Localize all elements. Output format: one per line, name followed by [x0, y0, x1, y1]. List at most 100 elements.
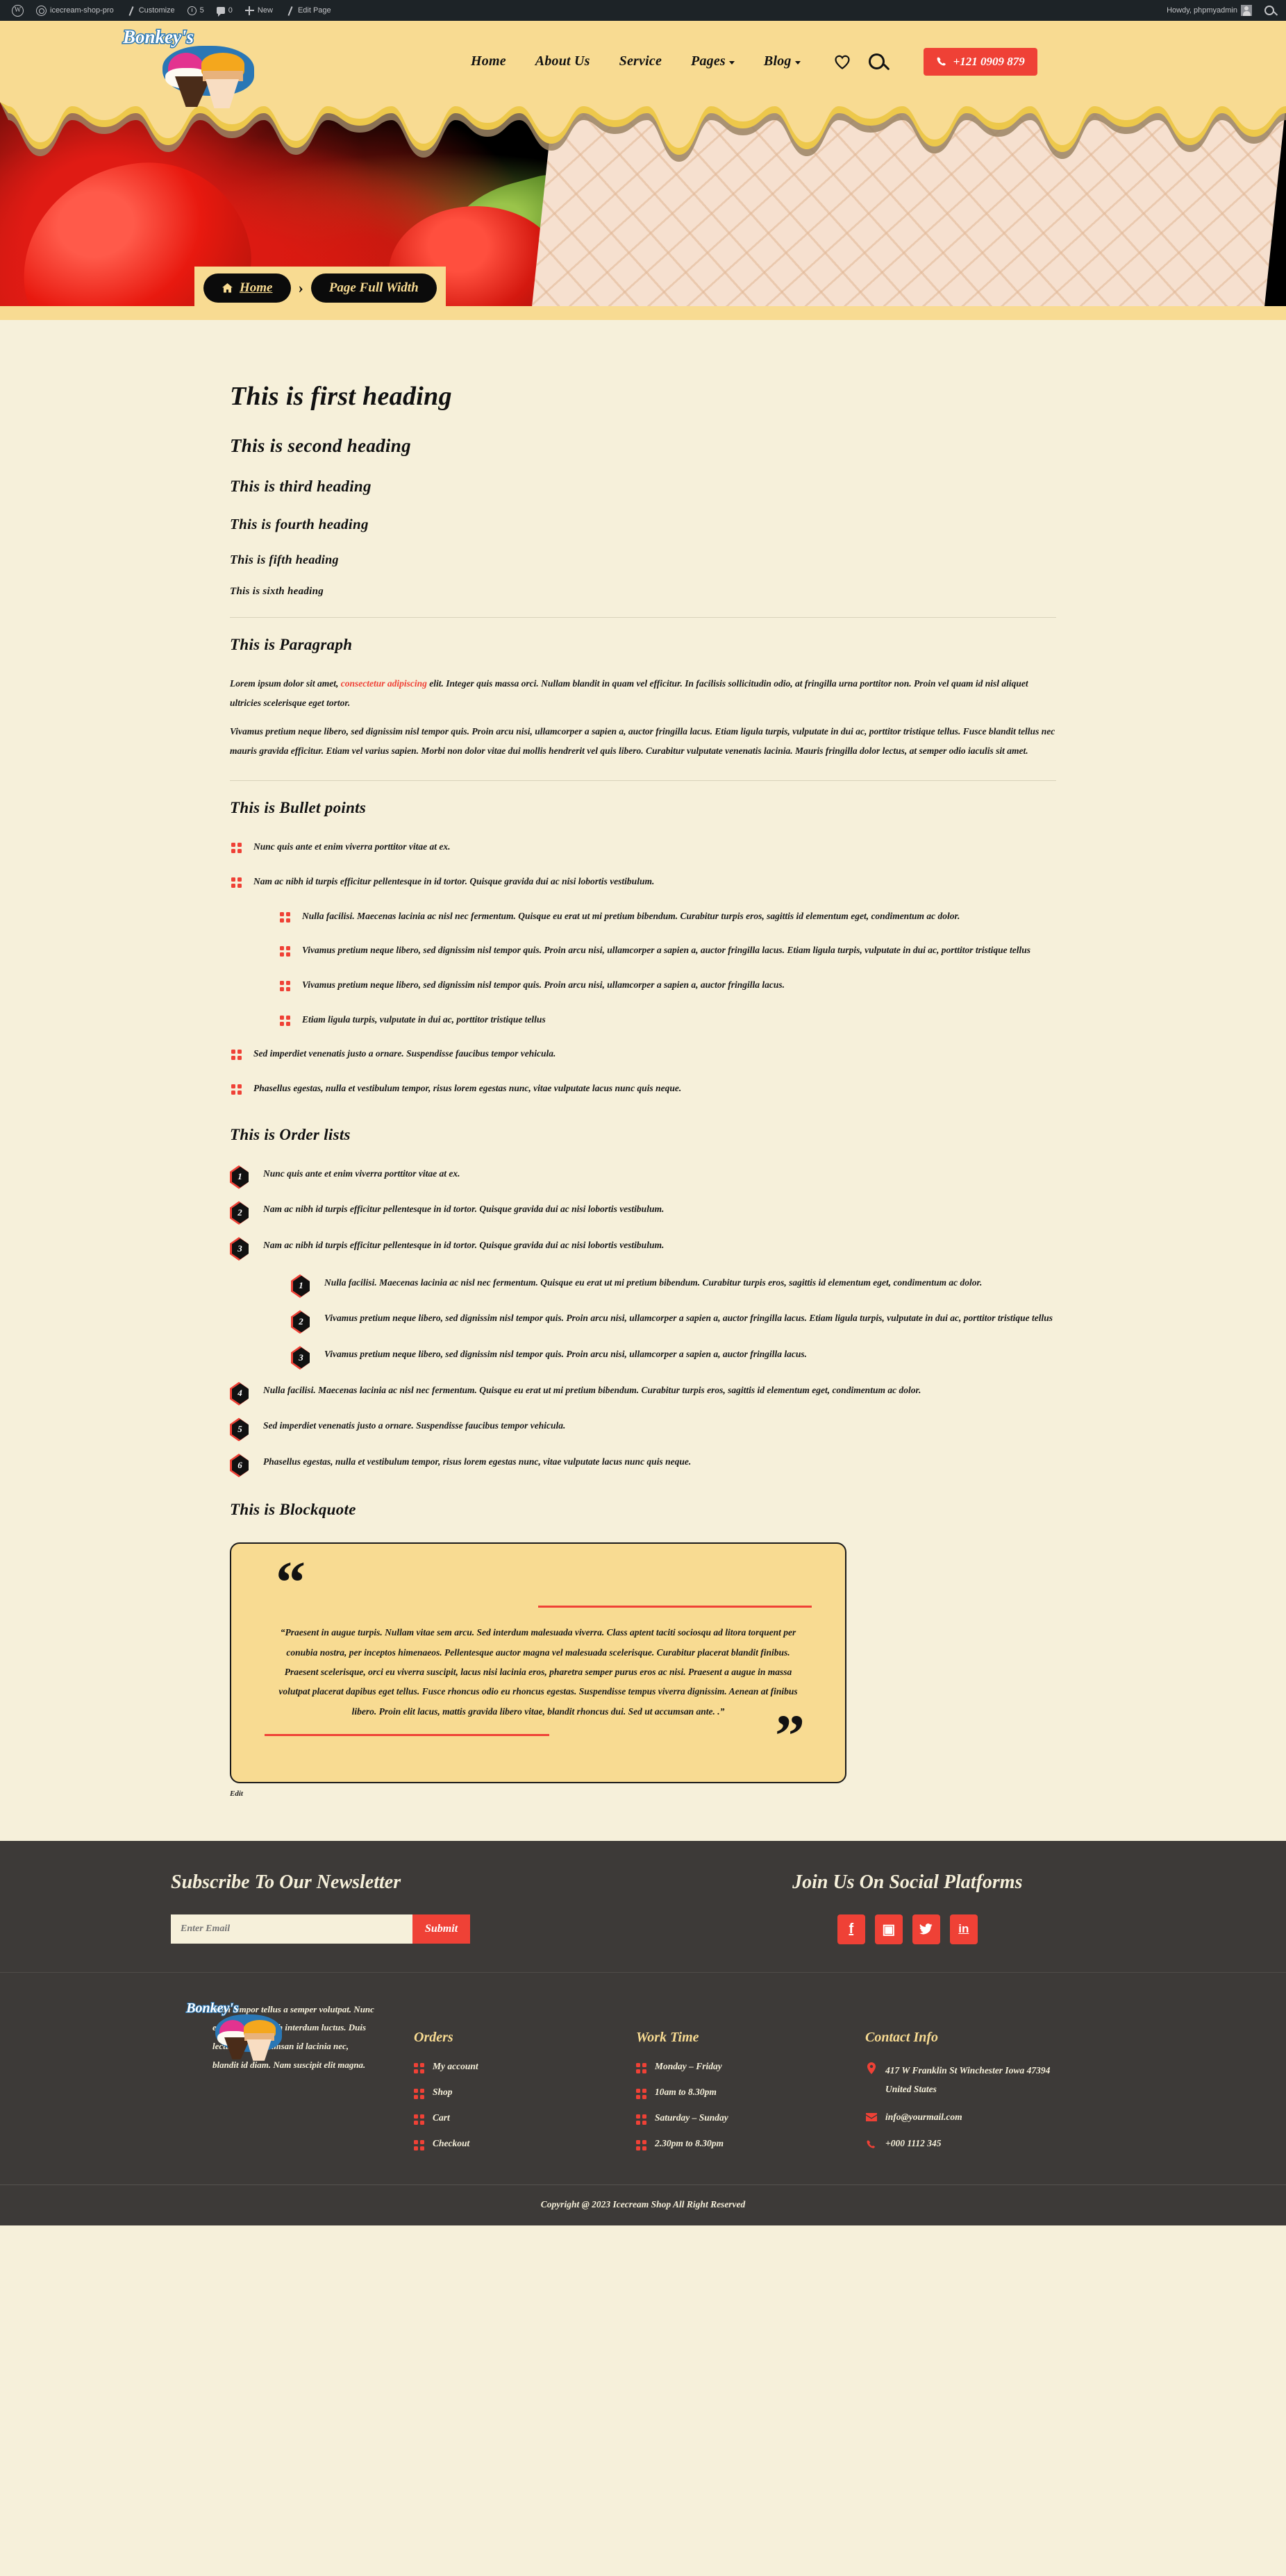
footer-orders-list: My account Shop Cart Checkout [414, 2061, 636, 2150]
wp-logo-button[interactable] [6, 0, 30, 21]
numbered-diamond-icon: 5 [230, 1417, 249, 1442]
list-item[interactable]: Shop [414, 2087, 636, 2099]
logo-wordmark: Bonkey's [122, 26, 194, 49]
site-name-button[interactable]: icecream-shop-pro [30, 0, 120, 21]
heading-1: This is first heading [230, 382, 452, 411]
inline-link[interactable]: consectetur adipiscing [341, 678, 427, 689]
list-item-text: Nunc quis ante et enim viverra porttitor… [263, 1168, 460, 1179]
list-item[interactable]: info@yourmail.com [865, 2112, 1129, 2125]
phone-button[interactable]: +121 0909 879 [923, 47, 1037, 76]
heading-5: This is fifth heading [230, 553, 339, 566]
square-bullet-icon [414, 2139, 424, 2150]
numbered-diamond-icon: 1 [291, 1274, 310, 1298]
numbered-diamond-icon: 6 [230, 1454, 249, 1478]
list-item: Nam ac nibh id turpis efficitur pellente… [230, 872, 1056, 1029]
pencil-icon [126, 6, 135, 15]
heading-2: This is second heading [230, 435, 411, 456]
blockquote-wrapper: “ “Praesent in augue turpis. Nullam vita… [230, 1542, 846, 1799]
square-bullet-icon [280, 946, 290, 957]
nav-item-blog[interactable]: Blog [764, 53, 801, 69]
nav-item-service[interactable]: Service [619, 53, 662, 69]
comments-button[interactable]: 0 [210, 0, 239, 21]
submit-button[interactable]: Submit [412, 1914, 471, 1944]
list-item-text: Vivamus pretium neque libero, sed dignis… [324, 1349, 807, 1360]
search-icon [1264, 6, 1274, 15]
new-content-button[interactable]: New [239, 0, 279, 21]
phone-label: +121 0909 879 [953, 54, 1025, 68]
header-icon-group: +121 0909 879 [834, 47, 1037, 76]
nav-label: About Us [535, 53, 590, 69]
breadcrumb-home[interactable]: Home [203, 273, 291, 303]
list-item[interactable]: Checkout [414, 2138, 636, 2150]
email-input[interactable] [171, 1914, 412, 1944]
list-item-text: Shop [433, 2086, 453, 2097]
customize-button[interactable]: Customize [120, 0, 181, 21]
chevron-right-icon: › [298, 279, 303, 296]
logo-wordmark: Bonkey's [185, 2000, 240, 2017]
instagram-icon[interactable]: ▣ [874, 1914, 903, 1944]
list-item[interactable]: My account [414, 2061, 636, 2073]
hero-banner: Home › Page Full Width [0, 102, 1286, 320]
page-content: This is first heading This is second hea… [0, 320, 1286, 1841]
nav-item-about-us[interactable]: About Us [535, 53, 590, 69]
nav-item-pages[interactable]: Pages [691, 53, 735, 69]
social-icon-group: f ▣ in [700, 1914, 1115, 1944]
newsletter-section: Subscribe To Our Newsletter Submit Join … [0, 1840, 1286, 1973]
list-item-text: Nam ac nibh id turpis efficitur pellente… [263, 1204, 665, 1215]
list-item-text: My account [433, 2060, 478, 2071]
numbered-diamond-icon: 3 [230, 1237, 249, 1261]
revisions-count: 5 [199, 6, 204, 15]
primary-navigation: Home About Us Service Pages Blog [471, 53, 801, 69]
list-item[interactable]: +000 1112 345 [865, 2138, 1129, 2153]
list-item: Etiam ligula turpis, vulputate in dui ac… [278, 1010, 1056, 1029]
list-item-text: 2.30pm to 8.30pm [655, 2137, 724, 2148]
customize-label: Customize [138, 6, 175, 15]
heading-3: This is third heading [230, 478, 371, 495]
bullet-list: Nunc quis ante et enim viverra porttitor… [230, 837, 1056, 1097]
list-item-text: Sed imperdiet venenatis justo a ornare. … [263, 1420, 566, 1431]
square-bullet-icon [636, 2114, 646, 2125]
list-item-text: Vivamus pretium neque libero, sed dignis… [302, 979, 785, 991]
list-item: Vivamus pretium neque libero, sed dignis… [278, 975, 1056, 995]
list-item-text: Sed imperdiet venenatis justo a ornare. … [253, 1048, 556, 1059]
site-logo[interactable]: Bonkey's [122, 25, 262, 108]
edit-link[interactable]: Edit [230, 1790, 243, 1798]
numbered-diamond-icon: 1 [230, 1165, 249, 1189]
list-item: Nunc quis ante et enim viverra porttitor… [230, 837, 1056, 857]
square-bullet-icon [231, 877, 242, 889]
search-icon[interactable] [868, 53, 885, 69]
howdy-account-button[interactable]: Howdy, phpmyadmin [1160, 0, 1258, 21]
divider [230, 617, 1056, 618]
nav-label: Blog [763, 53, 792, 69]
comment-icon [216, 7, 225, 17]
chevron-down-icon [728, 61, 735, 65]
square-bullet-icon [636, 2062, 646, 2073]
footer-worktime-column: Work Time Monday – Friday 10am to 8.30pm… [636, 2001, 865, 2166]
list-item: 3 Vivamus pretium neque libero, sed dign… [291, 1345, 1056, 1370]
list-item-text: +000 1112 345 [885, 2137, 942, 2148]
list-item: 1 Nunc quis ante et enim viverra porttit… [230, 1164, 1056, 1189]
nav-item-home[interactable]: Home [471, 53, 506, 69]
list-item-text: 417 W Franklin St Winchester Iowa 47394 … [885, 2064, 1051, 2094]
admin-search-button[interactable] [1258, 0, 1280, 21]
edit-icon [285, 6, 294, 15]
list-item[interactable]: Cart [414, 2112, 636, 2125]
linkedin-icon[interactable]: in [949, 1914, 978, 1944]
footer-worktime-list: Monday – Friday 10am to 8.30pm Saturday … [636, 2061, 865, 2150]
square-bullet-icon [636, 2139, 646, 2150]
paragraph-section-title: This is Paragraph [230, 636, 353, 653]
facebook-icon[interactable]: f [837, 1914, 865, 1944]
edit-page-button[interactable]: Edit Page [279, 0, 337, 21]
revisions-button[interactable]: 5 [181, 0, 210, 21]
location-pin-icon [865, 2062, 877, 2078]
twitter-icon[interactable] [912, 1914, 940, 1944]
footer-worktime-title: Work Time [636, 2029, 699, 2045]
envelope-icon [865, 2112, 877, 2125]
heart-icon[interactable] [834, 54, 851, 69]
list-item-text: Checkout [433, 2137, 470, 2148]
list-item: 417 W Franklin St Winchester Iowa 47394 … [865, 2061, 1129, 2098]
list-item-text: Phasellus egestas, nulla et vestibulum t… [263, 1456, 692, 1467]
breadcrumb-home-label: Home [240, 280, 273, 295]
order-section-title: This is Order lists [230, 1125, 351, 1143]
newsletter-form: Submit [171, 1914, 700, 1944]
